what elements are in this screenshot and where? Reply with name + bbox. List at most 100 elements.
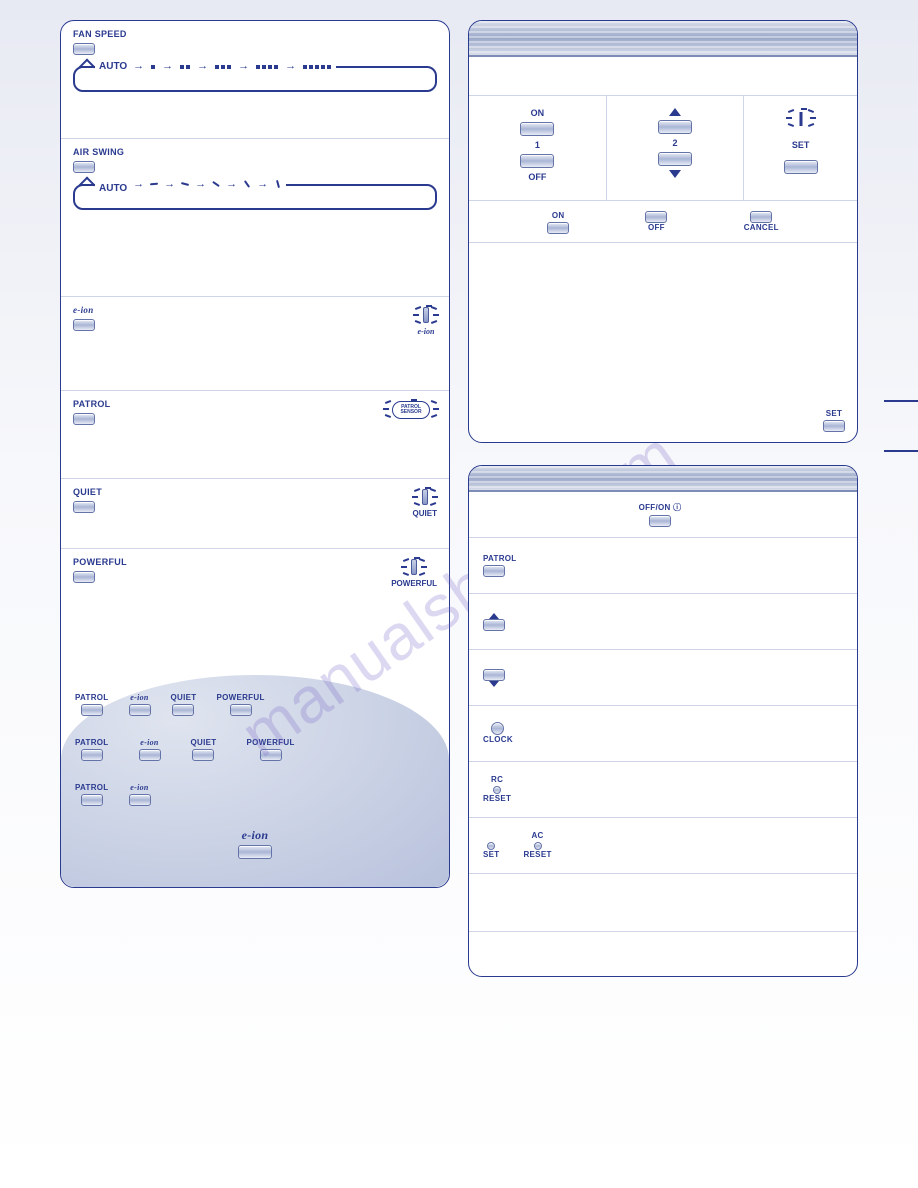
vane-icon bbox=[244, 180, 250, 188]
off-small-button[interactable] bbox=[645, 211, 667, 223]
loop-arrow-icon bbox=[79, 177, 96, 194]
patrol-button[interactable] bbox=[81, 794, 103, 806]
info-title-band bbox=[469, 466, 857, 492]
up-info-button[interactable] bbox=[483, 619, 505, 631]
air-swing-cycle-box: AUTO → → → → → bbox=[73, 184, 437, 210]
powerful-label: POWERFUL bbox=[73, 557, 127, 567]
fan-bar-3 bbox=[214, 61, 232, 72]
set-corner: SET bbox=[823, 409, 845, 432]
patrol-button[interactable] bbox=[81, 704, 103, 716]
n1-label: 1 bbox=[535, 140, 540, 150]
left-panel: FAN SPEED AUTO → → → → bbox=[60, 20, 450, 888]
up-arrow-icon bbox=[669, 108, 681, 116]
set-label: SET bbox=[792, 140, 810, 150]
rc-reset-row: RC RESET bbox=[469, 762, 857, 818]
set-corner-label: SET bbox=[826, 409, 842, 418]
ac-set-reset-row: SET AC RESET bbox=[469, 818, 857, 874]
arrow-icon: → bbox=[238, 60, 249, 72]
ac-label: AC bbox=[531, 831, 543, 840]
up-button[interactable] bbox=[658, 120, 692, 134]
eion-button[interactable] bbox=[129, 794, 151, 806]
down-arrow-icon bbox=[669, 170, 681, 178]
patrol-label: PATROL bbox=[75, 783, 109, 792]
combo-row-4: e-ion bbox=[75, 828, 435, 859]
clock-label: CLOCK bbox=[483, 735, 513, 744]
set-button[interactable] bbox=[784, 160, 818, 174]
rc-reset-button[interactable] bbox=[493, 786, 501, 794]
powerful-button[interactable] bbox=[73, 571, 95, 583]
patrol-label: PATROL bbox=[75, 693, 109, 702]
quiet-indicator-label: QUIET bbox=[413, 509, 437, 518]
offon-button[interactable] bbox=[649, 515, 671, 527]
blank-row-2 bbox=[469, 932, 857, 976]
ac-reset-button[interactable] bbox=[534, 842, 542, 850]
side-tab-1 bbox=[884, 400, 918, 402]
reset2-label: RESET bbox=[523, 850, 551, 859]
eion-label: e-ion bbox=[73, 305, 95, 315]
quiet-section: QUIET QUIET bbox=[61, 479, 449, 549]
eion-button[interactable] bbox=[238, 845, 272, 859]
quiet-label: QUIET bbox=[171, 693, 197, 702]
vane-icon bbox=[181, 182, 189, 186]
patrol-button[interactable] bbox=[81, 749, 103, 761]
patrol-section: PATROL PATROL SENSOR bbox=[61, 391, 449, 479]
off-button[interactable] bbox=[520, 154, 554, 168]
eion-label: e-ion bbox=[140, 738, 158, 747]
eion-label: e-ion bbox=[242, 828, 269, 843]
fan-bar-5 bbox=[302, 61, 332, 72]
powerful-button[interactable] bbox=[230, 704, 252, 716]
fan-bar-1 bbox=[150, 61, 156, 72]
down-arrow-icon bbox=[489, 681, 499, 687]
patrol-button[interactable] bbox=[73, 413, 95, 425]
offon-label: OFF/ON ⓘ bbox=[639, 502, 682, 513]
combo-row-2: PATROL e-ion QUIET POWERFUL bbox=[75, 738, 435, 761]
eion-button[interactable] bbox=[73, 319, 95, 331]
patrol-label: PATROL bbox=[73, 399, 110, 409]
patrol-info-button[interactable] bbox=[483, 565, 505, 577]
arrow-icon: → bbox=[226, 178, 237, 190]
on-button[interactable] bbox=[520, 122, 554, 136]
offon-row: OFF/ON ⓘ bbox=[469, 492, 857, 538]
set-corner-button[interactable] bbox=[823, 420, 845, 432]
eion-button[interactable] bbox=[139, 749, 161, 761]
combo-row-1: PATROL e-ion QUIET POWERFUL bbox=[75, 693, 435, 716]
fan-speed-button[interactable] bbox=[73, 43, 95, 55]
timer-notes-area: SET bbox=[469, 242, 857, 442]
right-column: ON 1 OFF 2 bbox=[468, 20, 858, 999]
down-row bbox=[469, 650, 857, 706]
powerful-section: POWERFUL POWERFUL bbox=[61, 549, 449, 669]
fan-speed-section: FAN SPEED AUTO → → → → bbox=[61, 21, 449, 139]
fan-bar-4 bbox=[255, 61, 279, 72]
powerful-button[interactable] bbox=[260, 749, 282, 761]
timer-title-band bbox=[469, 21, 857, 57]
off-small-label: OFF bbox=[648, 223, 665, 232]
eion-indicator: e-ion bbox=[415, 305, 437, 336]
quiet-button[interactable] bbox=[192, 749, 214, 761]
air-swing-cycle: AUTO → → → → → bbox=[95, 178, 286, 190]
fan-speed-label: FAN SPEED bbox=[73, 29, 437, 39]
n2-label: 2 bbox=[673, 138, 678, 148]
left-column: FAN SPEED AUTO → → → → bbox=[60, 20, 450, 999]
loop-arrow-icon bbox=[79, 59, 96, 76]
quiet-button[interactable] bbox=[73, 501, 95, 513]
cancel-button[interactable] bbox=[750, 211, 772, 223]
fan-speed-auto: AUTO bbox=[99, 61, 127, 72]
eion-button[interactable] bbox=[129, 704, 151, 716]
patrol-info-label: PATROL bbox=[483, 554, 517, 563]
quiet-button[interactable] bbox=[172, 704, 194, 716]
page: manualshive.com FAN SPEED AUTO → bbox=[0, 0, 918, 1188]
ac-set-button[interactable] bbox=[487, 842, 495, 850]
arrow-icon: → bbox=[285, 60, 296, 72]
up-row bbox=[469, 594, 857, 650]
on-small-button[interactable] bbox=[547, 222, 569, 234]
timer-panel: ON 1 OFF 2 bbox=[468, 20, 858, 443]
air-swing-auto: AUTO bbox=[99, 183, 127, 185]
arrow-icon: → bbox=[162, 60, 173, 72]
down-button[interactable] bbox=[658, 152, 692, 166]
powerful-label: POWERFUL bbox=[246, 738, 294, 747]
down-info-button[interactable] bbox=[483, 669, 505, 681]
eion-section: e-ion e-ion bbox=[61, 297, 449, 391]
air-swing-button[interactable] bbox=[73, 161, 95, 173]
info-panel: OFF/ON ⓘ PATROL bbox=[468, 465, 858, 977]
clock-button[interactable] bbox=[491, 722, 504, 735]
